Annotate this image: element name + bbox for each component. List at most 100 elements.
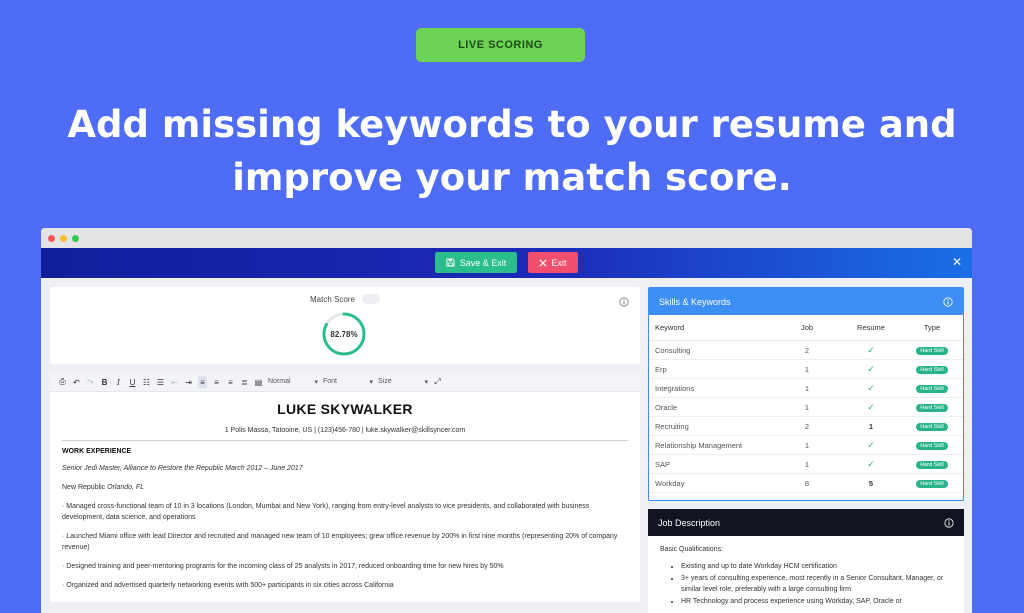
bullet-list-icon[interactable]: ☰ (156, 376, 165, 388)
organization-location: Orlando, FL (107, 484, 145, 491)
ordered-list-icon[interactable]: ☷ (142, 376, 151, 388)
keyword-job-count: 2 (804, 345, 810, 355)
job-description-title: Job Description (658, 517, 721, 528)
chevron-down-icon: ▾ (424, 379, 428, 386)
skill-type-badge: Hard Skill (916, 423, 948, 431)
live-scoring-badge: LIVE SCORING (416, 28, 585, 62)
job-description-card: Job Description Basic Qualifications: Ex… (648, 509, 964, 613)
skill-type-badge: Hard Skill (916, 366, 948, 374)
info-icon[interactable] (619, 297, 629, 307)
match-score-toggle[interactable] (362, 294, 380, 304)
keyword-name: SAP (655, 459, 671, 469)
horizontal-rule-icon[interactable]: ▤ (254, 376, 263, 388)
resume-bullet: · Managed cross-functional team of 10 in… (62, 503, 590, 521)
resume-role: Senior Jedi Master, Alliance to Restore … (62, 465, 303, 472)
headline: Add missing keywords to your resume and … (0, 98, 1024, 204)
resume-bullet: · Organized and advertised quarterly net… (62, 582, 394, 589)
paragraph-format-select[interactable]: Normal ▾ (268, 378, 318, 386)
resume-divider (62, 440, 628, 441)
align-center-icon[interactable]: ≡ (212, 376, 221, 388)
keyword-type: Hard Skill (901, 478, 963, 488)
exit-button[interactable]: Exit (528, 252, 578, 273)
keyword-type: Hard Skill (901, 364, 963, 374)
job-description-item: Existing and up to date Workday HCM cert… (681, 561, 964, 572)
resume-document[interactable]: LUKE SKYWALKER 1 Polis Massa, Tatooine, … (50, 392, 640, 602)
keyword-job-count: 1 (804, 402, 810, 412)
keywords-table-body: Consulting 2 ✓ Hard Skill Erp 1 ✓ Hard Skill Int… (649, 341, 963, 493)
fullscreen-icon[interactable]: ⤢ (433, 376, 442, 388)
outdent-icon[interactable]: ⇤ (170, 376, 179, 388)
underline-icon[interactable]: U (128, 376, 137, 388)
keyword-type: Hard Skill (901, 383, 963, 393)
align-left-icon[interactable]: ≡ (198, 376, 207, 388)
app-window: Save & Exit Exit ✕ Match Score 82.78% ⎙ … (41, 228, 972, 613)
keyword-job-count: 2 (804, 421, 810, 431)
close-editor-icon[interactable]: ✕ (952, 256, 962, 268)
keyword-name: Workday (655, 478, 685, 488)
print-icon[interactable]: ⎙ (58, 376, 67, 388)
skills-keywords-title: Skills & Keywords (659, 296, 731, 307)
align-right-icon[interactable]: ≡ (226, 376, 235, 388)
organization-name: New Republic (62, 484, 106, 491)
size-select[interactable]: Size ▾ (378, 378, 428, 386)
job-description-item: 3+ years of consulting experience, most … (681, 573, 964, 595)
keyword-resume-count: ✓ (867, 401, 875, 412)
keyword-resume-count: ✓ (867, 363, 875, 374)
keyword-row: SAP 1 ✓ Hard Skill (649, 455, 963, 474)
headline-line-1: Add missing keywords to your resume and (67, 103, 957, 146)
keyword-resume-count: 1 (868, 421, 874, 431)
match-score-label: Match Score (310, 295, 355, 304)
undo-icon[interactable]: ↶ (72, 376, 81, 388)
keyword-name: Integrations (655, 383, 695, 393)
keyword-resume-count: ✓ (867, 458, 875, 469)
column-job[interactable]: Job (773, 323, 841, 332)
italic-icon[interactable]: I (114, 376, 123, 388)
keyword-job-count: 1 (804, 383, 810, 393)
save-exit-label: Save & Exit (459, 257, 507, 268)
save-icon (446, 258, 455, 267)
match-score-card: Match Score 82.78% (50, 287, 640, 364)
keyword-type: Hard Skill (901, 440, 963, 450)
redo-icon[interactable]: ↷ (86, 376, 95, 388)
bold-icon[interactable]: B (100, 376, 109, 388)
keyword-type: Hard Skill (901, 345, 963, 355)
column-type[interactable]: Type (901, 323, 963, 332)
save-exit-button[interactable]: Save & Exit (435, 252, 517, 273)
window-minimize-dot[interactable] (60, 234, 67, 242)
exit-label: Exit (551, 257, 567, 268)
keyword-row: Consulting 2 ✓ Hard Skill (649, 341, 963, 360)
chevron-down-icon: ▾ (314, 379, 318, 386)
align-justify-icon[interactable]: ≣ (240, 376, 249, 388)
resume-bullet: · Launched Miami office with lead Direct… (62, 533, 618, 551)
match-score-value: 82.78% (330, 329, 358, 339)
skills-keywords-card: Skills & Keywords Keyword Job Resume Typ… (648, 287, 964, 501)
resume-name: LUKE SKYWALKER (277, 401, 413, 417)
window-maximize-dot[interactable] (72, 234, 79, 242)
indent-icon[interactable]: ⇥ (184, 376, 193, 388)
keyword-name: Oracle (655, 402, 678, 412)
column-keyword[interactable]: Keyword (649, 323, 773, 332)
skill-type-badge: Hard Skill (916, 461, 948, 469)
skill-type-badge: Hard Skill (916, 480, 948, 488)
info-icon[interactable] (944, 517, 954, 528)
font-select[interactable]: Font ▾ (323, 378, 373, 386)
window-close-dot[interactable] (48, 234, 55, 242)
keyword-resume-count: 5 (868, 478, 874, 488)
column-resume[interactable]: Resume (841, 323, 901, 332)
keyword-resume-count: ✓ (867, 439, 875, 450)
editor-toolbar: ⎙ ↶ ↷ B I U ☷ ☰ ⇤ ⇥ ≡ ≡ ≡ ≣ ▤ Normal ▾ F… (50, 373, 640, 392)
keyword-resume-count: ✓ (867, 382, 875, 393)
keyword-row: Oracle 1 ✓ Hard Skill (649, 398, 963, 417)
skills-keywords-header: Skills & Keywords (649, 288, 963, 315)
resume-bullet: · Designed training and peer-mentoring p… (62, 563, 504, 570)
keyword-type: Hard Skill (901, 421, 963, 431)
skill-type-badge: Hard Skill (916, 347, 948, 355)
keyword-name: Consulting (655, 345, 691, 355)
info-icon[interactable] (943, 296, 953, 307)
job-description-header: Job Description (648, 509, 964, 536)
keyword-row: Recruiting 2 1 Hard Skill (649, 417, 963, 436)
job-description-item: HR Technology and process experience usi… (681, 596, 964, 607)
skill-type-badge: Hard Skill (916, 385, 948, 393)
resume-contact: 1 Polis Massa, Tatooine, US | (123)456-7… (224, 427, 466, 434)
keyword-job-count: 1 (804, 364, 810, 374)
